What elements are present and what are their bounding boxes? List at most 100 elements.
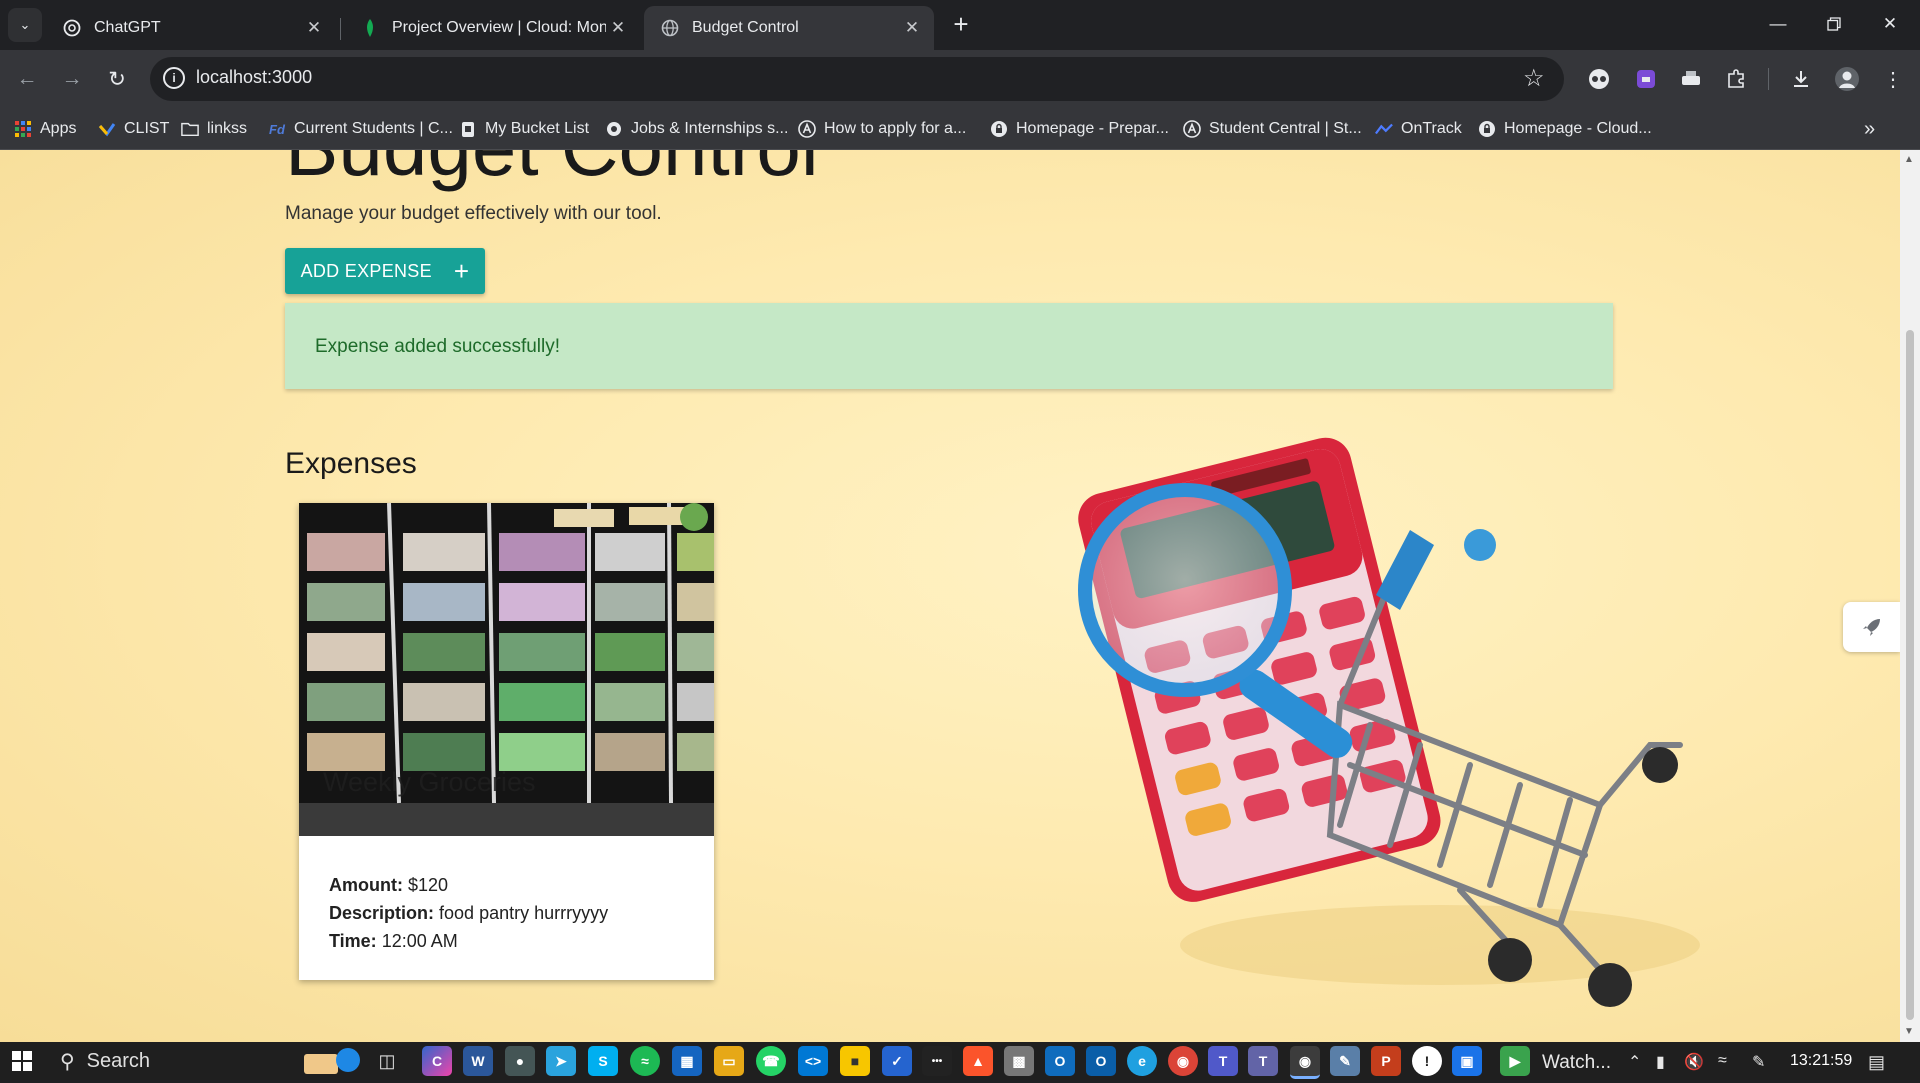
scroll-up-arrow-icon[interactable]: ▲ [1904,154,1914,165]
tab-chatgpt[interactable]: ChatGPT ✕ [46,6,336,50]
lock-circle-icon [990,120,1008,138]
site-info-icon[interactable]: i [163,67,185,89]
app-icon[interactable]: ● [505,1046,535,1076]
ontrack-icon [1375,120,1393,138]
expense-card[interactable]: Weekly Groceries Amount: $120 Descriptio… [299,503,714,980]
folder-icon [181,120,199,138]
teams-icon[interactable]: T [1208,1046,1238,1076]
expense-title: Weekly Groceries [323,767,536,797]
close-tab-icon[interactable]: ✕ [900,18,924,38]
restore-icon[interactable] [1806,0,1862,48]
whatsapp-icon[interactable]: ☎ [756,1046,786,1076]
extension-printer-icon[interactable] [1676,64,1706,94]
bookmark-student-central[interactable]: Student Central | St... [1183,116,1362,142]
bookmark-ontrack[interactable]: OnTrack [1375,116,1462,142]
bookmark-jobs-internships[interactable]: Jobs & Internships s... [605,116,788,142]
address-bar[interactable] [150,57,1564,101]
close-window-icon[interactable]: ✕ [1862,0,1918,48]
photos-app-icon[interactable]: ▩ [1004,1046,1034,1076]
battery-icon[interactable]: ▮ [1656,1052,1665,1072]
telegram-icon[interactable]: ➤ [546,1046,576,1076]
forward-arrow-icon[interactable]: → [55,62,89,96]
minimize-icon[interactable]: — [1750,0,1806,48]
bookmark-my-bucket-list[interactable]: My Bucket List [459,116,589,142]
taskbar-watch-label[interactable]: Watch... [1542,1052,1611,1074]
toolbar-divider [1768,68,1769,90]
new-tab-plus-icon[interactable]: + [948,11,974,38]
teams-classic-icon[interactable]: T [1248,1046,1278,1076]
word-icon[interactable]: W [463,1046,493,1076]
skype-icon[interactable]: S [588,1046,618,1076]
calendar-app-icon[interactable]: ▦ [672,1046,702,1076]
time-label: Time: [329,931,377,951]
rocket-launcher-icon[interactable] [1843,602,1900,652]
bookmark-label: Student Central | St... [1209,120,1362,137]
brave-icon[interactable]: ▲ [963,1046,993,1076]
add-expense-button[interactable]: ADD EXPENSE + [285,248,485,294]
wifi-icon[interactable]: ≈ [1718,1052,1727,1070]
bookmark-label: linkss [207,120,248,137]
app-dark-icon[interactable]: ••• [922,1046,952,1076]
bookmark-homepage-cloud[interactable]: Homepage - Cloud... [1478,116,1652,142]
sticky-notes-icon[interactable]: ■ [840,1046,870,1076]
apps-grid-icon [14,120,32,138]
bookmark-label: My Bucket List [485,120,590,137]
app-blue-icon[interactable]: ▣ [1452,1046,1482,1076]
show-hidden-icons-chevron-icon[interactable]: ⌃ [1628,1052,1641,1072]
profile-avatar-icon[interactable] [1832,64,1862,94]
vscode-icon[interactable]: <> [798,1046,828,1076]
copilot-icon[interactable]: C [422,1046,452,1076]
extensions-puzzle-icon[interactable] [1721,64,1751,94]
watch-app-icon[interactable]: ▶ [1500,1046,1530,1076]
university-icon: Fd [269,121,285,137]
todo-check-icon[interactable]: ✓ [882,1046,912,1076]
edge-icon[interactable]: e [1127,1046,1157,1076]
back-arrow-icon[interactable]: ← [10,62,44,96]
expense-time-row: Time: 12:00 AM [329,927,608,955]
address-url[interactable]: localhost:3000 [196,67,312,88]
bookmark-linkss[interactable]: linkss [181,116,247,142]
chrome-menu-icon[interactable]: ⋮ [1878,64,1908,94]
taskbar-search-box[interactable]: ⚲ Search [48,1042,288,1080]
bookmark-homepage-prepare[interactable]: Homepage - Prepar... [990,116,1169,142]
extension-glasses-icon[interactable] [1584,64,1614,94]
tab-title: Project Overview | Cloud: Mong [392,19,606,36]
tab-budget-control[interactable]: Budget Control ✕ [644,6,934,50]
reload-icon[interactable]: ↻ [100,62,134,96]
file-explorer-icon[interactable]: ▭ [714,1046,744,1076]
clist-icon [98,120,116,138]
scrollbar-thumb[interactable] [1906,330,1914,1020]
bookmark-clist[interactable]: CLIST [98,116,169,142]
jobs-icon [605,120,623,138]
bookmark-current-students[interactable]: Fd Current Students | C... [268,116,453,142]
circle-a-icon [1183,120,1201,138]
budget-illustration-image [1078,437,1700,1007]
task-view-icon[interactable]: ◫ [372,1046,402,1076]
volume-muted-icon[interactable]: 🔇 [1684,1052,1704,1072]
extension-shield-icon[interactable] [1631,64,1661,94]
notifications-icon[interactable]: ▤ [1868,1052,1885,1073]
info-app-icon[interactable]: ! [1412,1046,1442,1076]
chrome-active-icon[interactable]: ◉ [1290,1046,1320,1079]
expense-description-row: Description: food pantry hurrryyyy [329,899,608,927]
taskbar-clock[interactable]: 13:21:59 [1790,1052,1852,1070]
notepad-icon[interactable]: ✎ [1330,1046,1360,1076]
bookmark-star-icon[interactable]: ☆ [1523,64,1545,93]
close-tab-icon[interactable]: ✕ [302,18,326,38]
powerpoint-icon[interactable]: P [1371,1046,1401,1076]
bookmark-how-to-apply[interactable]: How to apply for a... [798,116,966,142]
chrome-icon[interactable]: ◉ [1168,1046,1198,1076]
tab-search-chevron-icon[interactable]: ⌄ [8,8,42,42]
outlook-icon[interactable]: O [1045,1046,1075,1076]
tab-project-overview[interactable]: Project Overview | Cloud: Mong ✕ [344,6,640,50]
more-bookmarks-chevron-icon[interactable]: » [1864,116,1875,142]
close-tab-icon[interactable]: ✕ [606,18,630,38]
download-icon[interactable] [1786,64,1816,94]
spotify-icon[interactable]: ≈ [630,1046,660,1076]
pen-icon[interactable]: ✎ [1752,1052,1765,1072]
expense-details: Amount: $120 Description: food pantry hu… [329,871,608,955]
bookmark-apps[interactable]: Apps [14,116,76,142]
windows-start-icon[interactable] [0,1042,44,1080]
scroll-down-arrow-icon[interactable]: ▼ [1904,1026,1914,1037]
outlook-classic-icon[interactable]: O [1086,1046,1116,1076]
